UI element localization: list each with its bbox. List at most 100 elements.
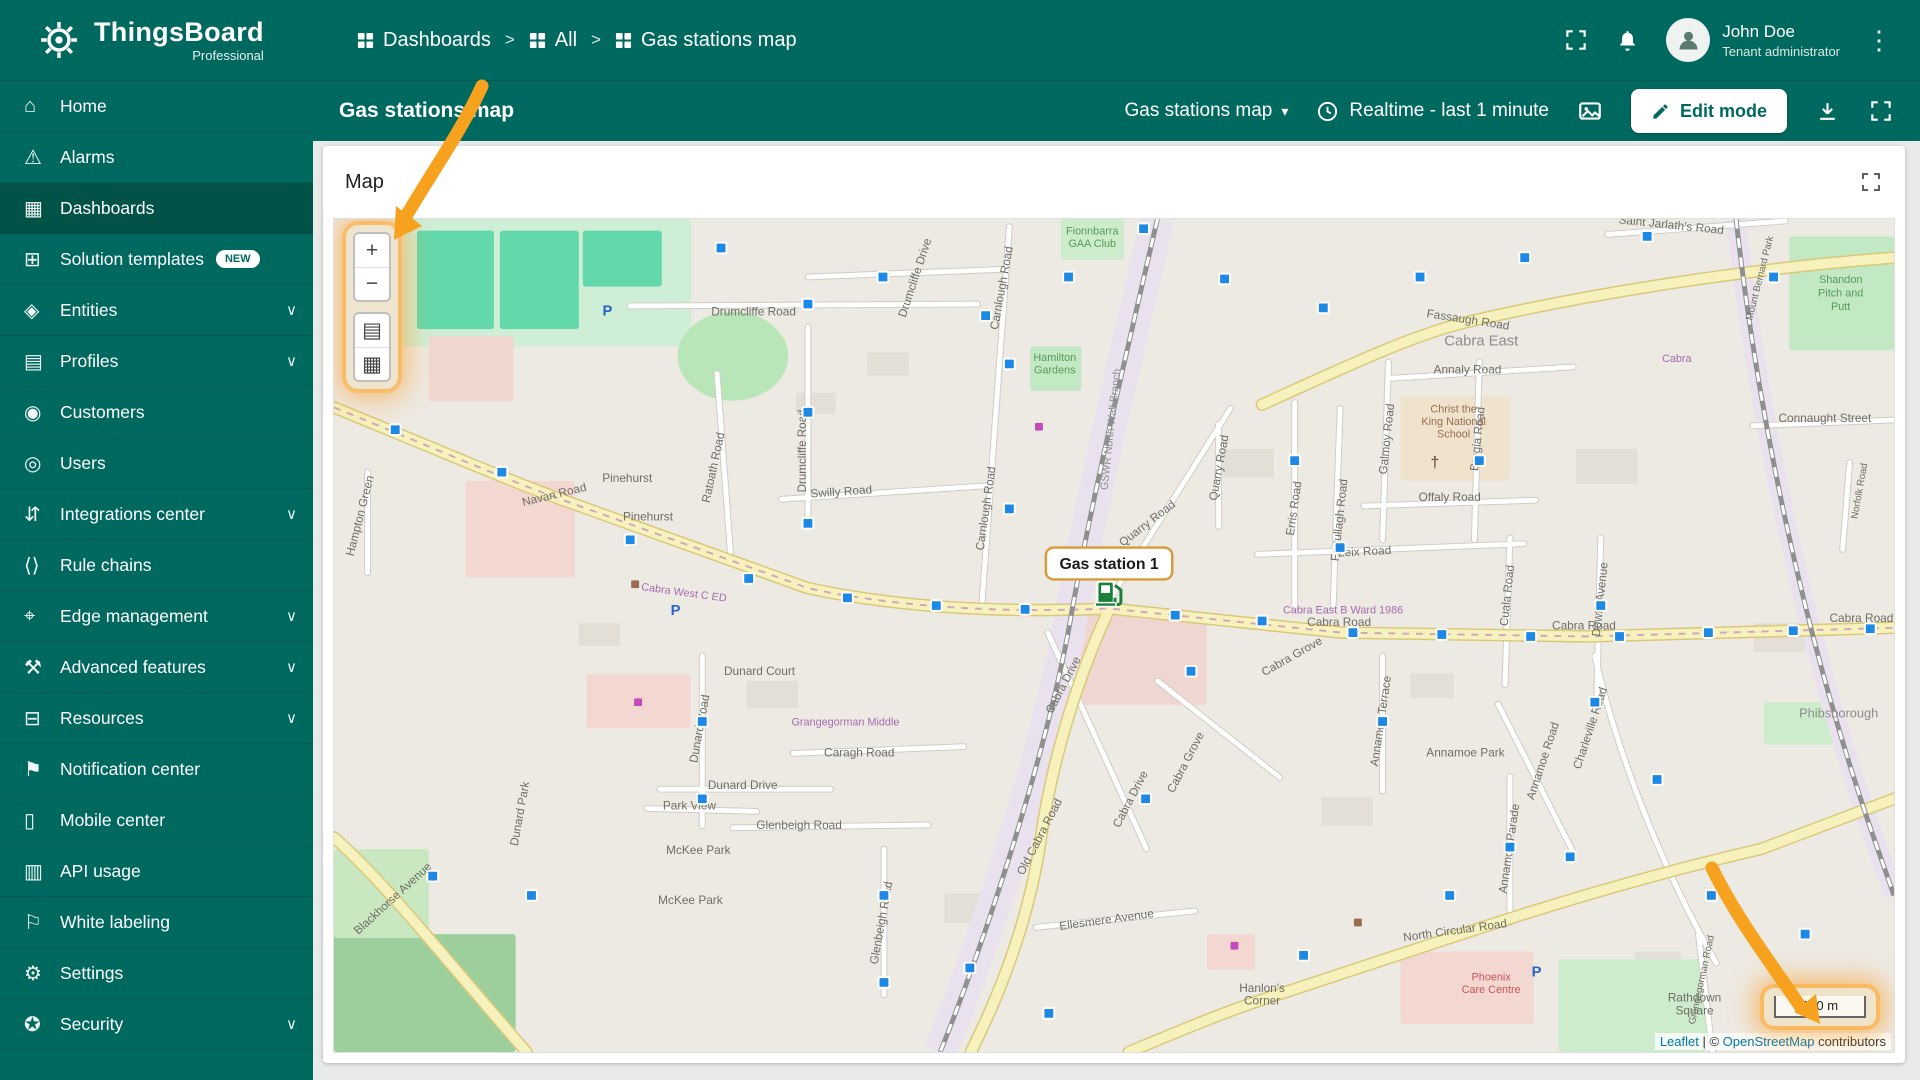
sidebar-item-customers[interactable]: ◉ Customers [0, 387, 313, 438]
toolbar-fullscreen-icon[interactable] [1868, 98, 1894, 124]
entity-marker[interactable] [1002, 502, 1016, 516]
map-tiles[interactable]: PPP†Drumcliffe RoadDrumcliffe RoadDrumcl… [334, 219, 1894, 1052]
sidebar-item-dashboards[interactable]: ▦ Dashboards [0, 183, 313, 234]
entity-marker[interactable] [1863, 622, 1877, 636]
entity-marker[interactable] [979, 309, 993, 322]
entity-marker[interactable] [1701, 626, 1715, 639]
entity-marker[interactable] [1435, 628, 1449, 641]
breadcrumb-all[interactable]: All [529, 29, 577, 52]
entity-marker[interactable] [1786, 624, 1800, 637]
entity-marker[interactable] [877, 889, 891, 902]
sidebar-item-label: Resources [60, 707, 144, 728]
entity-marker[interactable] [695, 715, 709, 728]
sidebar-item-notification-center[interactable]: ⚑ Notification center [0, 744, 313, 795]
leaflet-link[interactable]: Leaflet [1660, 1034, 1699, 1049]
map-label: Cabra Road [1829, 612, 1893, 625]
entity-marker[interactable] [742, 572, 756, 585]
sidebar-item-integrations-center[interactable]: ⇵ Integrations center ∨ [0, 489, 313, 540]
entity-marker[interactable] [1218, 272, 1231, 286]
entity-marker[interactable] [695, 792, 709, 806]
sidebar-item-security[interactable]: ✪ Security ∨ [0, 999, 313, 1050]
sidebar-item-resources[interactable]: ⊟ Resources ∨ [0, 693, 313, 744]
user-menu[interactable]: John Doe Tenant administrator [1666, 18, 1840, 62]
entity-marker[interactable] [1413, 270, 1427, 284]
breadcrumb-dashboards[interactable]: Dashboards [357, 29, 491, 52]
entity-marker[interactable] [1472, 454, 1486, 467]
entity-marker[interactable] [1594, 599, 1608, 612]
screenshot-icon[interactable] [1577, 98, 1603, 124]
entity-marker[interactable] [929, 599, 943, 612]
thingsboard-logo[interactable]: ThingsBoard Professional [0, 17, 313, 63]
layers-button[interactable]: ▤ [355, 314, 389, 347]
entity-marker[interactable] [1650, 773, 1664, 786]
entity-marker[interactable] [1704, 889, 1718, 902]
entity-marker[interactable] [623, 533, 637, 547]
entity-marker[interactable] [801, 297, 815, 311]
widget-fullscreen-icon[interactable] [1859, 170, 1883, 194]
sidebar-item-api-usage[interactable]: ▥ API usage [0, 846, 313, 897]
entity-marker[interactable] [1613, 630, 1626, 643]
entity-marker[interactable] [1168, 608, 1182, 622]
entity-marker[interactable] [1255, 614, 1269, 628]
notifications-bell-icon[interactable] [1615, 28, 1640, 53]
entity-marker[interactable] [877, 976, 891, 989]
entity-marker[interactable] [963, 961, 977, 975]
entity-marker[interactable] [876, 270, 890, 284]
entity-marker[interactable] [426, 869, 440, 883]
entity-marker[interactable] [1042, 1007, 1056, 1020]
entity-marker[interactable] [1518, 251, 1532, 264]
sidebar-item-entities[interactable]: ◈ Entities ∨ [0, 285, 313, 336]
entity-marker[interactable] [1297, 949, 1310, 962]
dashboard-state-select[interactable]: Gas stations map ▾ [1125, 100, 1289, 122]
entity-marker[interactable] [1376, 715, 1389, 728]
entity-marker[interactable] [1588, 695, 1602, 709]
sidebar-item-mobile-center[interactable]: ▯ Mobile center [0, 795, 313, 846]
zoom-out-button[interactable]: − [355, 267, 389, 300]
openstreetmap-link[interactable]: OpenStreetMap [1723, 1034, 1815, 1049]
sidebar-item-alarms[interactable]: ⚠ Alarms [0, 132, 313, 183]
map-area [1206, 934, 1256, 970]
entity-marker[interactable] [1002, 357, 1016, 371]
entity-marker[interactable] [1563, 850, 1577, 864]
entity-marker[interactable] [1062, 270, 1075, 284]
sidebar-item-profiles[interactable]: ▤ Profiles ∨ [0, 336, 313, 387]
breadcrumb-gas-stations-map[interactable]: Gas stations map [615, 29, 797, 52]
entity-marker[interactable] [1139, 792, 1153, 806]
sidebar-item-home[interactable]: ⌂ Home [0, 81, 313, 132]
edit-mode-button[interactable]: Edit mode [1630, 89, 1787, 133]
entity-marker[interactable] [1767, 270, 1780, 284]
entity-marker[interactable] [1640, 230, 1654, 243]
zoom-in-button[interactable]: + [355, 234, 389, 267]
sidebar-item-solution-templates[interactable]: ⊞ Solution templates NEW [0, 234, 313, 285]
entity-marker[interactable] [1184, 664, 1198, 678]
sidebar-item-edge-management[interactable]: ⌖ Edge management ∨ [0, 591, 313, 642]
entity-marker[interactable] [1443, 889, 1457, 902]
entity-marker[interactable] [714, 241, 728, 255]
entity-marker[interactable] [801, 405, 815, 419]
map-canvas[interactable]: P P P † Drumcliffe Road Drumcliffe Road Drumcl… [333, 218, 1895, 1053]
entity-marker[interactable] [1524, 630, 1538, 643]
entity-marker[interactable] [1333, 541, 1347, 554]
entity-marker[interactable] [388, 423, 402, 436]
entity-marker[interactable] [1316, 301, 1330, 315]
entity-marker[interactable] [1798, 927, 1812, 941]
download-icon[interactable] [1815, 99, 1840, 124]
sidebar-item-settings[interactable]: ⚙ Settings [0, 948, 313, 999]
sidebar-item-white-labeling[interactable]: ⚐ White labeling [0, 897, 313, 948]
entity-marker[interactable] [1018, 603, 1032, 616]
sidebar-item-users[interactable]: ◎ Users [0, 438, 313, 489]
entity-marker[interactable] [1137, 222, 1151, 235]
sidebar-item-advanced-features[interactable]: ⚒ Advanced features ∨ [0, 642, 313, 693]
entity-marker[interactable] [525, 889, 538, 902]
entity-marker[interactable] [495, 465, 509, 479]
timewindow-button[interactable]: Realtime - last 1 minute [1316, 100, 1549, 123]
sidebar-item-rule-chains[interactable]: ⟨⟩ Rule chains [0, 540, 313, 591]
entity-marker[interactable] [1346, 626, 1360, 639]
map-type-button[interactable]: ▦ [355, 347, 389, 380]
entity-marker[interactable] [1288, 454, 1302, 467]
entity-marker[interactable] [801, 517, 815, 530]
entity-marker[interactable] [1503, 840, 1517, 854]
more-menu-icon[interactable]: ⋮ [1866, 27, 1892, 53]
fullscreen-icon[interactable] [1563, 27, 1589, 53]
entity-marker[interactable] [841, 591, 854, 605]
